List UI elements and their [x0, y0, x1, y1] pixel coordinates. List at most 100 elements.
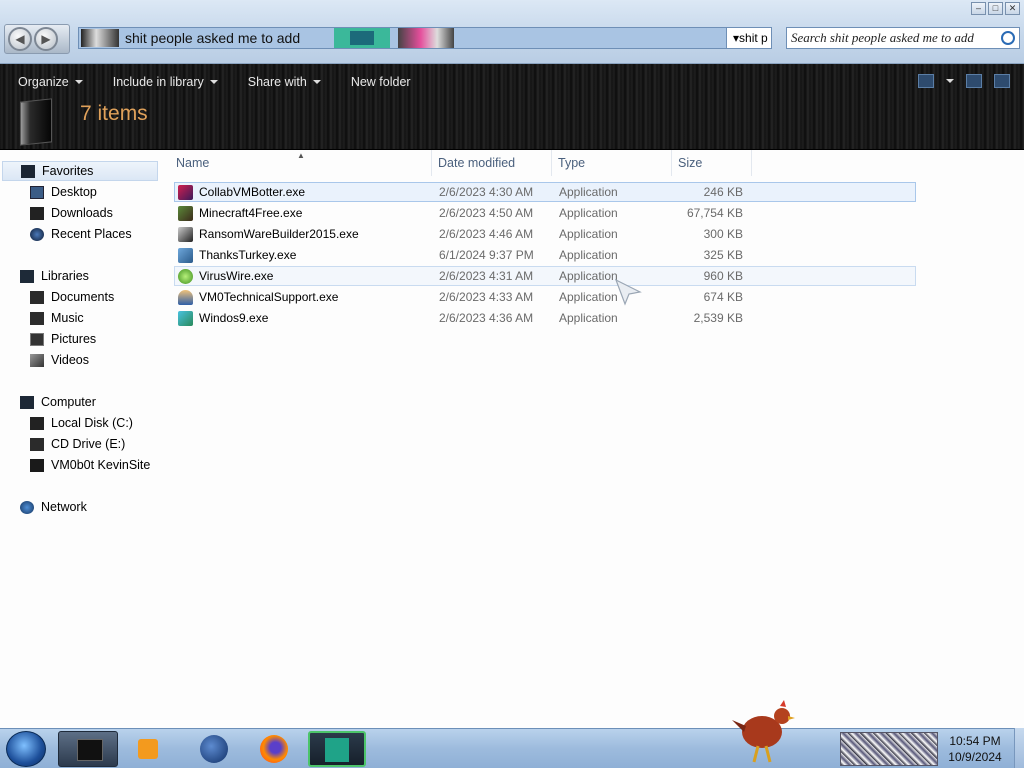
sidebar-item-label: Libraries	[41, 269, 89, 283]
file-size: 2,539 KB	[693, 311, 743, 325]
sidebar-item-pictures[interactable]: Pictures	[0, 329, 96, 349]
table-row[interactable]: CollabVMBotter.exe 2/6/2023 4:30 AM Appl…	[174, 182, 916, 202]
sidebar-item-kevinsite[interactable]: VM0b0t KevinSite	[0, 455, 150, 475]
address-thumbnail-icon	[334, 28, 391, 48]
file-type: Application	[559, 227, 618, 241]
share-with-button[interactable]: Share with	[230, 75, 321, 89]
app-icon	[178, 310, 193, 326]
search-icon[interactable]	[1001, 31, 1015, 45]
sidebar-item-label: CD Drive (E:)	[51, 437, 126, 451]
file-type: Application	[559, 206, 618, 220]
sidebar-item-label: VM0b0t KevinSite	[51, 458, 151, 472]
address-dropdown[interactable]: ▾shit p	[726, 27, 772, 49]
computer-icon	[20, 395, 34, 409]
change-view-icon[interactable]	[918, 74, 934, 88]
item-count: 7 items	[80, 102, 148, 125]
taskbar-app-button[interactable]	[308, 731, 366, 767]
address-bar[interactable]: shit people asked me to add	[78, 27, 772, 49]
sidebar-item-network[interactable]: Network	[0, 497, 87, 517]
search-box[interactable]	[786, 27, 1020, 49]
file-name: ThanksTurkey.exe	[199, 248, 297, 262]
file-name: VirusWire.exe	[199, 269, 274, 283]
sidebar-item-videos[interactable]: Videos	[0, 350, 89, 370]
organize-label: Organize	[18, 75, 69, 89]
notification-area[interactable]	[840, 732, 938, 766]
chevron-down-icon[interactable]	[946, 79, 954, 83]
address-text: shit people asked me to add	[125, 30, 301, 46]
sidebar-item-desktop[interactable]: Desktop	[0, 182, 97, 202]
show-desktop-button[interactable]	[1014, 728, 1024, 768]
sidebar-item-downloads[interactable]: Downloads	[0, 203, 113, 223]
videos-icon	[30, 353, 44, 367]
hard-drive-icon	[30, 416, 44, 430]
back-button[interactable]: ◀	[8, 27, 32, 51]
network-drive-icon	[30, 458, 44, 472]
sidebar-item-computer[interactable]: Computer	[0, 392, 96, 412]
sort-ascending-icon: ▲	[297, 151, 305, 160]
column-header-size[interactable]: Size	[672, 150, 752, 176]
taskbar-media-player-button[interactable]	[128, 731, 168, 767]
column-header-type[interactable]: Type	[552, 150, 672, 176]
table-row[interactable]: Windos9.exe 2/6/2023 4:36 AM Application…	[174, 308, 916, 328]
include-in-library-button[interactable]: Include in library	[95, 75, 218, 89]
app-icon	[178, 205, 193, 221]
sidebar-item-label: Recent Places	[51, 227, 132, 241]
column-header-date[interactable]: Date modified	[432, 150, 552, 176]
sidebar-item-favorites[interactable]: Favorites	[2, 161, 158, 181]
file-name: VM0TechnicalSupport.exe	[199, 290, 339, 304]
taskbar-browser-button[interactable]	[194, 731, 234, 767]
table-row[interactable]: RansomWareBuilder2015.exe 2/6/2023 4:46 …	[174, 224, 916, 244]
file-list: Name Date modified Type Size ▲ CollabVMB…	[170, 150, 1024, 728]
table-row[interactable]: VM0TechnicalSupport.exe 2/6/2023 4:33 AM…	[174, 287, 916, 307]
sidebar-item-recent-places[interactable]: Recent Places	[0, 224, 132, 244]
file-name: CollabVMBotter.exe	[199, 185, 306, 199]
sidebar-item-documents[interactable]: Documents	[0, 287, 114, 307]
downloads-icon	[30, 206, 44, 220]
file-name: Windos9.exe	[199, 311, 269, 325]
file-type: Application	[559, 290, 618, 304]
mouse-cursor-icon	[614, 278, 642, 306]
app-icon	[178, 289, 193, 305]
file-date: 2/6/2023 4:30 AM	[439, 185, 534, 199]
search-input[interactable]	[791, 30, 991, 46]
title-bar: – □ ✕ ◀ ▶ shit people asked me to add ▾s…	[0, 0, 1024, 64]
file-size: 67,754 KB	[686, 206, 743, 220]
command-bar: Organize Include in library Share with N…	[0, 70, 423, 94]
cd-drive-icon	[30, 437, 44, 451]
sidebar-item-label: Desktop	[51, 185, 97, 199]
forward-button[interactable]: ▶	[34, 27, 58, 51]
new-folder-button[interactable]: New folder	[333, 75, 411, 89]
taskbar-firefox-button[interactable]	[254, 731, 294, 767]
file-date: 6/1/2024 9:37 PM	[439, 248, 534, 262]
file-date: 2/6/2023 4:31 AM	[439, 269, 534, 283]
table-row[interactable]: ThanksTurkey.exe 6/1/2024 9:37 PM Applic…	[174, 245, 916, 265]
table-row[interactable]: Minecraft4Free.exe 2/6/2023 4:50 AM Appl…	[174, 203, 916, 223]
app-icon	[178, 226, 193, 242]
sidebar-item-cd-drive[interactable]: CD Drive (E:)	[0, 434, 125, 454]
help-icon[interactable]	[994, 74, 1010, 88]
app-icon	[178, 247, 193, 263]
sidebar-item-label: Computer	[41, 395, 96, 409]
column-headers: Name Date modified Type Size	[170, 150, 752, 176]
sidebar-item-label: Local Disk (C:)	[51, 416, 133, 430]
preview-pane-icon[interactable]	[966, 74, 982, 88]
window-controls: – □ ✕	[971, 2, 1020, 15]
table-row[interactable]: VirusWire.exe 2/6/2023 4:31 AM Applicati…	[174, 266, 916, 286]
app-icon	[178, 268, 193, 284]
sidebar-item-label: Videos	[51, 353, 89, 367]
start-button[interactable]	[6, 731, 46, 767]
organize-button[interactable]: Organize	[0, 75, 83, 89]
close-button[interactable]: ✕	[1005, 2, 1020, 15]
file-date: 2/6/2023 4:36 AM	[439, 311, 534, 325]
sidebar-item-local-disk[interactable]: Local Disk (C:)	[0, 413, 133, 433]
nav-buttons: ◀ ▶	[4, 24, 70, 54]
sidebar-item-libraries[interactable]: Libraries	[0, 266, 89, 286]
sidebar-item-music[interactable]: Music	[0, 308, 84, 328]
address-folder-icon	[81, 29, 119, 47]
minimize-button[interactable]: –	[971, 2, 986, 15]
taskbar-explorer-button[interactable]	[58, 731, 118, 767]
maximize-button[interactable]: □	[988, 2, 1003, 15]
system-clock[interactable]: 10:54 PM 10/9/2024	[944, 733, 1006, 765]
forward-arrow-icon: ▶	[41, 32, 51, 46]
address-dropdown-text: shit p	[739, 31, 768, 45]
